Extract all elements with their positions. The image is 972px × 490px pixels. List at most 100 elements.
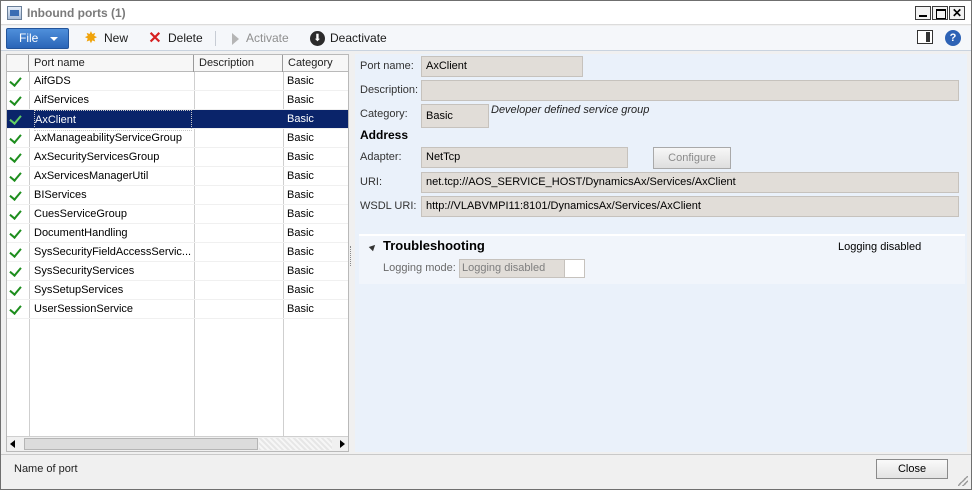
table-row[interactable]: DocumentHandling Basic (7, 224, 348, 243)
scrollbar-track[interactable] (259, 438, 332, 450)
close-window-button[interactable]: ✕ (949, 6, 965, 20)
port-detail-pane: Port name: AxClient Description: Categor… (355, 54, 967, 452)
port-name-label: Port name: (360, 60, 414, 72)
active-check-icon (9, 112, 22, 125)
table-row[interactable]: SysSecurityServices Basic (7, 262, 348, 281)
category-cell: Basic (287, 113, 314, 125)
description-cell (194, 186, 283, 205)
description-cell (194, 72, 283, 91)
active-check-icon (9, 264, 22, 277)
pane-splitter[interactable] (350, 246, 353, 266)
maximize-button[interactable] (932, 6, 948, 20)
category-cell: Basic (287, 170, 314, 182)
description-cell (194, 148, 283, 167)
category-cell: Basic (287, 151, 314, 163)
troubleshooting-summary: Logging disabled (838, 241, 922, 253)
description-cell (194, 224, 283, 243)
port-name-cell: UserSessionService (34, 303, 134, 315)
logging-mode-label: Logging mode: (383, 262, 456, 274)
port-name-cell: AxSecurityServicesGroup (34, 151, 160, 163)
description-cell (194, 91, 283, 110)
description-cell (194, 129, 283, 148)
table-row[interactable]: BIServices Basic (7, 186, 348, 205)
description-cell (194, 205, 283, 224)
address-heading: Address (360, 128, 409, 142)
ports-grid: Port name Description Category AifGDS Bas… (6, 54, 349, 452)
column-header-status[interactable] (7, 55, 29, 72)
close-button[interactable]: Close (876, 459, 948, 479)
troubleshooting-title[interactable]: Troubleshooting (383, 238, 485, 253)
description-field[interactable] (421, 80, 959, 101)
deactivate-button[interactable]: ⬇ Deactivate (310, 28, 387, 49)
category-field[interactable]: Basic (421, 104, 489, 128)
adapter-field[interactable]: NetTcp (421, 147, 628, 168)
scroll-right-icon[interactable] (340, 440, 345, 448)
active-check-icon (9, 150, 22, 163)
description-cell (194, 110, 283, 129)
active-check-icon (9, 302, 22, 315)
port-name-cell: AxManageabilityServiceGroup (34, 132, 182, 144)
new-label: New (104, 31, 129, 45)
minimize-button[interactable] (915, 6, 931, 20)
port-name-field[interactable]: AxClient (421, 56, 583, 77)
configure-button[interactable]: Configure (653, 147, 731, 169)
table-row[interactable]: AxServicesManagerUtil Basic (7, 167, 348, 186)
app-icon (7, 6, 22, 20)
description-cell (194, 167, 283, 186)
deactivate-label: Deactivate (330, 31, 387, 45)
file-menu-label: File (19, 31, 39, 45)
description-cell (194, 262, 283, 281)
active-check-icon (9, 74, 22, 87)
delete-button[interactable]: ✕ Delete (147, 28, 202, 49)
table-row[interactable]: AxManageabilityServiceGroup Basic (7, 129, 348, 148)
table-row[interactable]: AxSecurityServicesGroup Basic (7, 148, 348, 167)
status-bar: Name of port Close (1, 454, 971, 489)
table-row[interactable]: SysSetupServices Basic (7, 281, 348, 300)
file-menu-button[interactable]: File (6, 28, 69, 49)
description-cell (194, 300, 283, 319)
table-row-selected[interactable]: AxClient Basic (7, 110, 348, 131)
scrollbar-thumb[interactable] (24, 438, 258, 450)
scroll-left-icon[interactable] (10, 440, 15, 448)
port-name-cell: AifGDS (34, 75, 71, 87)
new-button[interactable]: ✸ New (83, 28, 128, 49)
category-cell: Basic (287, 94, 314, 106)
table-row[interactable]: SysSecurityFieldAccessServic... Basic (7, 243, 348, 262)
title-bar: Inbound ports (1) ✕ (1, 1, 971, 25)
troubleshooting-fasttab[interactable]: Troubleshooting Logging disabled Logging… (359, 234, 965, 284)
table-row[interactable]: UserSessionService Basic (7, 300, 348, 319)
table-row[interactable]: CuesServiceGroup Basic (7, 205, 348, 224)
status-text: Name of port (14, 463, 78, 475)
new-star-icon: ✸ (84, 29, 98, 47)
collapse-triangle-icon[interactable] (368, 242, 378, 252)
category-note: Developer defined service group (491, 104, 650, 116)
column-header-port-name[interactable]: Port name (29, 55, 194, 72)
port-name-cell: AxServicesManagerUtil (34, 170, 149, 182)
active-check-icon (9, 226, 22, 239)
logging-mode-select[interactable]: Logging disabled (459, 259, 585, 278)
active-check-icon (9, 283, 22, 296)
category-cell: Basic (287, 227, 314, 239)
table-row[interactable]: AifGDS Basic (7, 72, 348, 91)
port-name-cell: DocumentHandling (34, 227, 128, 239)
category-cell: Basic (287, 284, 314, 296)
horizontal-scrollbar[interactable] (7, 436, 348, 451)
toggle-pane-icon[interactable] (917, 30, 933, 44)
port-name-cell: CuesServiceGroup (34, 208, 127, 220)
active-check-icon (9, 207, 22, 220)
column-header-description[interactable]: Description (194, 55, 283, 72)
grid-header: Port name Description Category (7, 55, 348, 72)
activate-button[interactable]: Activate (228, 28, 289, 49)
chevron-down-icon (50, 37, 58, 41)
resize-grip-icon[interactable] (958, 476, 968, 486)
column-header-category[interactable]: Category (283, 55, 348, 72)
active-check-icon (9, 188, 22, 201)
port-name-cell: BIServices (34, 189, 87, 201)
uri-field[interactable]: net.tcp://AOS_SERVICE_HOST/DynamicsAx/Se… (421, 172, 959, 193)
active-check-icon (9, 93, 22, 106)
help-icon[interactable]: ? (945, 30, 961, 46)
wsdl-uri-field[interactable]: http://VLABVMPI11:8101/DynamicsAx/Servic… (421, 196, 959, 217)
port-name-cell: SysSetupServices (34, 284, 124, 296)
activate-label: Activate (246, 31, 289, 45)
table-row[interactable]: AifServices Basic (7, 91, 348, 110)
